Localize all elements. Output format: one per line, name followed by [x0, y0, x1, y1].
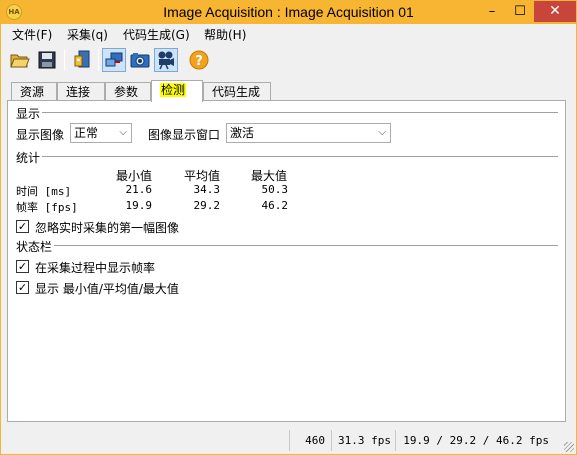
stats-fps-max: 46.2	[261, 199, 289, 212]
stats-row-time-label: 时间 [ms]	[16, 185, 72, 198]
show-minmax-checkbox[interactable]: ✓	[16, 281, 29, 294]
tab-code-generation[interactable]: 代码生成	[203, 82, 271, 101]
section-divider	[42, 112, 558, 114]
maximize-button[interactable]: ☐	[506, 1, 534, 22]
image-properties-icon[interactable]	[70, 48, 94, 72]
menu-acquisition[interactable]: 采集(q)	[67, 26, 108, 43]
help-icon-glyph: ?	[195, 54, 203, 69]
status-fps: 31.3 fps	[331, 430, 393, 451]
tab-label: 连接	[66, 85, 91, 99]
stats-time-avg: 34.3	[193, 183, 221, 196]
show-fps-label: 在采集过程中显示帧率	[35, 261, 156, 275]
show-image-dropdown[interactable]: 正常 ⌵	[70, 123, 132, 143]
image-window-value: 激活	[230, 126, 255, 140]
inspection-panel: 显示 显示图像 正常 ⌵ 图像显示窗口 激活 ⌵ 统计 最小值 平均值 最大值 …	[7, 100, 566, 422]
toolbar-separator	[98, 49, 99, 71]
tab-resources[interactable]: 资源	[11, 82, 57, 101]
close-button[interactable]: ✕	[534, 1, 576, 22]
show-minmax-label: 显示 最小值/平均值/最大值	[35, 282, 179, 296]
resize-grip[interactable]	[564, 442, 574, 452]
menu-file[interactable]: 文件(F)	[12, 26, 52, 43]
live-video-camera-icon[interactable]	[154, 48, 178, 72]
image-window-dropdown[interactable]: 激活 ⌵	[226, 123, 391, 143]
stats-row-fps-label: 帧率 [fps]	[16, 201, 78, 214]
tab-parameters[interactable]: 参数	[105, 82, 151, 101]
toolbar: ?	[1, 44, 576, 76]
menu-help[interactable]: 帮助(H)	[204, 26, 246, 43]
title-bar[interactable]: HA Image Acquisition : Image Acquisition…	[1, 1, 576, 24]
section-divider	[42, 156, 558, 158]
menu-bar: 文件(F) 采集(q) 代码生成(G) 帮助(H)	[1, 24, 576, 44]
stats-time-max: 50.3	[261, 183, 289, 196]
show-fps-checkbox[interactable]: ✓	[16, 260, 29, 273]
tab-label: 资源	[20, 85, 45, 99]
section-divider	[54, 245, 558, 247]
display-section-title: 显示	[16, 107, 41, 121]
stats-section-title: 统计	[16, 151, 41, 165]
statusbar-section-title: 状态栏	[16, 240, 53, 254]
stats-fps-avg: 29.2	[193, 199, 221, 212]
show-image-label: 显示图像	[16, 128, 65, 142]
connect-icon[interactable]	[102, 48, 126, 72]
open-folder-icon[interactable]	[8, 48, 32, 72]
snap-camera-icon[interactable]	[128, 48, 152, 72]
image-window-label: 图像显示窗口	[148, 128, 221, 142]
ignore-first-image-label: 忽略实时采集的第一幅图像	[35, 221, 180, 235]
stats-header-min: 最小值	[116, 169, 153, 183]
chevron-down-icon: ⌵	[378, 127, 386, 138]
save-disk-icon[interactable]	[35, 48, 59, 72]
tab-connection[interactable]: 连接	[57, 82, 105, 101]
status-bar: 460 31.3 fps 19.9 / 29.2 / 46.2 fps	[1, 427, 576, 454]
tab-label: 代码生成	[212, 85, 261, 99]
image-acquisition-window: HA Image Acquisition : Image Acquisition…	[0, 0, 577, 455]
minimize-button[interactable]: –	[478, 1, 506, 22]
chevron-down-icon: ⌵	[119, 127, 127, 138]
show-image-value: 正常	[74, 126, 99, 140]
status-min-avg-max: 19.9 / 29.2 / 46.2 fps	[395, 430, 555, 451]
tab-inspection[interactable]: 检测	[151, 80, 203, 102]
stats-header-max: 最大值	[251, 169, 288, 183]
tab-strip: 资源 连接 参数 检测 代码生成	[1, 80, 576, 102]
status-frame-count: 460	[289, 430, 329, 451]
stats-time-min: 21.6	[125, 183, 153, 196]
tab-label: 检测	[160, 83, 187, 97]
menu-code-generation[interactable]: 代码生成(G)	[123, 26, 190, 43]
toolbar-separator	[64, 49, 65, 71]
tab-label: 参数	[114, 85, 139, 99]
ignore-first-image-checkbox[interactable]: ✓	[16, 220, 29, 233]
stats-fps-min: 19.9	[125, 199, 153, 212]
help-icon[interactable]: ?	[187, 48, 211, 72]
stats-header-avg: 平均值	[184, 169, 221, 183]
